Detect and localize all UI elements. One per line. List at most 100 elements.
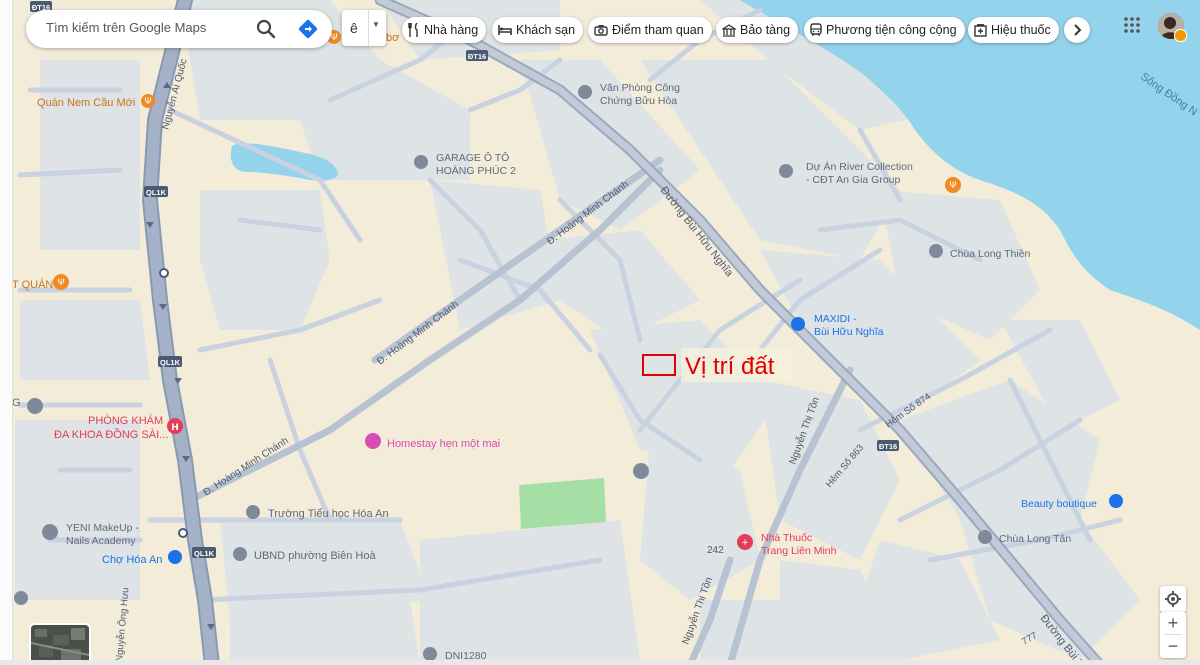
- landmark-icon[interactable]: [423, 647, 437, 661]
- account-alert-badge: [1174, 29, 1187, 42]
- poi-label-phong-kham[interactable]: PHÒNG KHÁM: [88, 414, 163, 427]
- shield-dt16-b: ĐT16: [466, 50, 488, 61]
- poi-label-van-phong[interactable]: Văn Phòng Công: [600, 82, 680, 94]
- chip-pharmacy[interactable]: Hiệu thuốc: [968, 17, 1059, 43]
- shopping-icon[interactable]: [168, 550, 182, 564]
- hotel-icon[interactable]: [365, 433, 381, 449]
- svg-text:ĐT16: ĐT16: [468, 52, 486, 61]
- poi-label-quan-left[interactable]: T QUÁN: [12, 278, 53, 291]
- shield-ql1k-a: QL1K: [144, 186, 168, 197]
- chip-label: Hiệu thuốc: [991, 23, 1051, 37]
- camera-icon: [594, 25, 608, 36]
- svg-text:Ψ: Ψ: [330, 33, 337, 43]
- poi-label-yeni-2[interactable]: Nails Academy: [66, 535, 136, 547]
- poi-label-ubnd[interactable]: UBND phường Biên Hoà: [254, 550, 376, 562]
- landmark-icon[interactable]: [779, 164, 793, 178]
- chips-scroll-right-button[interactable]: [1064, 17, 1090, 43]
- poi-label-cho-hoa-an[interactable]: Chợ Hóa An: [102, 554, 162, 566]
- satellite-layer-toggle[interactable]: [29, 623, 91, 665]
- poi-label-yeni[interactable]: YENI MakeUp -: [66, 522, 139, 534]
- shield-dt16-c: ĐT16: [877, 440, 899, 451]
- poi-label-truong[interactable]: Trường Tiểu học Hóa An: [268, 508, 389, 520]
- bus-stop-icon[interactable]: [159, 268, 169, 278]
- road-label-242: 242: [707, 545, 724, 556]
- search-input[interactable]: [44, 19, 248, 36]
- poi-label-maxidi[interactable]: MAXIDI -: [814, 313, 857, 325]
- transit-icon: [810, 23, 822, 36]
- chip-label: Khách sạn: [516, 23, 576, 37]
- poi-label-garage-2[interactable]: HOÀNG PHÚC 2: [436, 164, 516, 177]
- layers-button[interactable]: ê ▼: [342, 10, 386, 46]
- pharmacy-icon: [974, 23, 987, 37]
- temple-icon[interactable]: [978, 530, 992, 544]
- poi-label-river-collection[interactable]: Dự Án River Collection: [806, 160, 913, 173]
- poi-label-beauty[interactable]: Beauty boutique: [1021, 498, 1097, 510]
- bus-stop-icon[interactable]: [178, 528, 188, 538]
- svg-text:Ψ: Ψ: [57, 278, 64, 288]
- chevron-right-icon: [1074, 24, 1082, 36]
- poi-label-maxidi-2[interactable]: Bùi Hữu Nghĩa: [814, 326, 884, 338]
- svg-text:+: +: [741, 538, 749, 548]
- temple-icon[interactable]: [929, 244, 943, 258]
- poi-label-nha-thuoc-2[interactable]: Trang Liên Minh: [761, 545, 837, 557]
- zoom-controls: + −: [1160, 612, 1186, 658]
- poi-label-bo[interactable]: bơ: [386, 32, 399, 44]
- chip-label: Phương tiện công cộng: [826, 23, 957, 37]
- poi-label-nha-thuoc[interactable]: Nhà Thuốc: [761, 532, 812, 544]
- poi-label-garage[interactable]: GARAGE Ô TÔ: [436, 151, 509, 164]
- poi-label-phong-kham-2[interactable]: ĐA KHOA ĐỒNG SÀI...: [54, 428, 168, 441]
- chip-museums[interactable]: Bảo tàng: [716, 17, 799, 43]
- directions-icon[interactable]: [296, 17, 320, 41]
- landmark-icon[interactable]: [578, 85, 592, 99]
- shopping-icon[interactable]: [791, 317, 805, 331]
- chip-label: Điểm tham quan: [612, 23, 704, 37]
- poi-label-van-phong-2[interactable]: Chứng Bửu Hòa: [600, 95, 677, 107]
- map-canvas[interactable]: Đường Bùi Hữu Nghĩa Đường Bùi H Đ. Hoàng…: [0, 0, 1200, 665]
- government-icon[interactable]: [233, 547, 247, 561]
- land-location-label: Vị trí đất: [685, 353, 775, 380]
- search-box[interactable]: [26, 10, 332, 48]
- park-area: [519, 478, 606, 529]
- zoom-in-button[interactable]: +: [1160, 612, 1186, 634]
- svg-text:QL1K: QL1K: [160, 358, 181, 367]
- chip-restaurants[interactable]: Nhà hàng: [402, 17, 487, 43]
- poi-label-g-left[interactable]: G: [12, 397, 21, 409]
- school-icon[interactable]: [246, 505, 260, 519]
- landmark-icon[interactable]: [14, 591, 28, 605]
- search-icon[interactable]: [254, 17, 278, 41]
- chip-label: Nhà hàng: [424, 23, 479, 37]
- chevron-down-icon[interactable]: ▼: [372, 20, 380, 29]
- layers-divider: [368, 10, 369, 46]
- landmark-icon[interactable]: [42, 524, 58, 540]
- svg-text:ĐT16: ĐT16: [879, 442, 897, 451]
- chip-transit[interactable]: Phương tiện công cộng: [804, 17, 965, 43]
- svg-text:Ψ: Ψ: [949, 181, 956, 191]
- svg-text:QL1K: QL1K: [146, 188, 167, 197]
- poi-label-homestay[interactable]: Homestay hẹn một mai: [387, 438, 500, 450]
- hotel-icon: [498, 25, 512, 35]
- shield-ql1k-c: QL1K: [192, 547, 216, 558]
- poi-label-river-collection-2[interactable]: - CĐT An Gia Group: [806, 174, 901, 186]
- svg-text:Ψ: Ψ: [144, 97, 151, 107]
- poi-label-chua-long-thien[interactable]: Chùa Long Thiền: [950, 248, 1031, 260]
- shopping-icon[interactable]: [1109, 494, 1123, 508]
- chip-label: Bảo tàng: [740, 23, 791, 37]
- layers-icon: ê: [350, 20, 358, 36]
- zoom-out-button[interactable]: −: [1160, 635, 1186, 657]
- chip-hotels[interactable]: Khách sạn: [492, 17, 584, 43]
- school-icon[interactable]: [633, 463, 649, 479]
- restaurant-icon: [408, 23, 418, 37]
- svg-text:QL1K: QL1K: [194, 549, 215, 558]
- crosshair-icon: [1165, 591, 1181, 607]
- left-edge-strip: [0, 0, 13, 665]
- chip-attractions[interactable]: Điểm tham quan: [588, 17, 712, 43]
- museum-icon: [722, 23, 736, 37]
- landmark-icon[interactable]: [27, 398, 43, 414]
- apps-grid-icon[interactable]: [1121, 14, 1143, 36]
- shield-ql1k-b: QL1K: [158, 356, 182, 367]
- poi-label-chua-long-tan[interactable]: Chùa Long Tân: [999, 533, 1071, 545]
- garage-icon[interactable]: [414, 155, 428, 169]
- satellite-thumbnail: [31, 625, 89, 665]
- poi-label-quan-nem[interactable]: Quán Nem Cầu Mới: [37, 97, 135, 109]
- my-location-button[interactable]: [1160, 586, 1186, 612]
